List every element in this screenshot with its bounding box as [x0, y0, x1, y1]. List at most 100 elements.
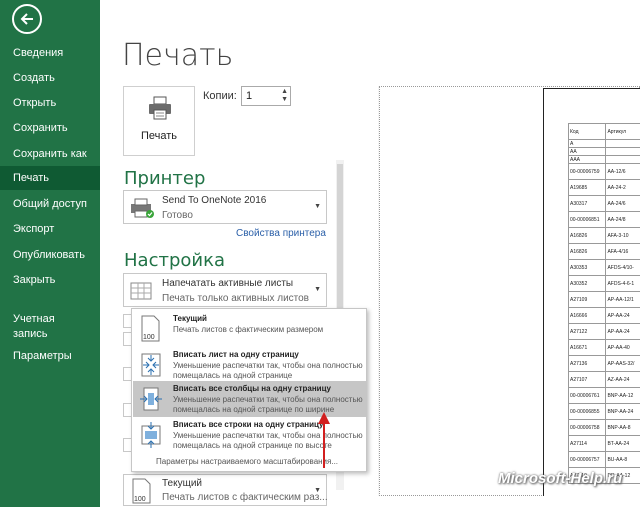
table-cell: A16826 — [567, 227, 607, 244]
table-cell: A30353 — [567, 259, 607, 276]
chevron-down-icon: ▼ — [314, 203, 321, 210]
table-row: 00-00006761 BNP-AA-12 — [567, 387, 640, 404]
table-row: 00-00006758 BNP-AA-8 — [567, 419, 640, 436]
option-desc: Уменьшение распечатки так, чтобы она пол… — [173, 431, 363, 450]
table-cell — [605, 155, 640, 164]
table-cell — [605, 139, 640, 148]
watermark: Microsoft-Help.ru — [498, 470, 623, 487]
settings-heading: Настройка — [124, 250, 225, 271]
table-cell — [605, 147, 640, 156]
table-cell: AP-AA-40 — [605, 339, 640, 356]
table-cell: A27109 — [567, 291, 607, 308]
table-cell: AP-AA-24 — [605, 307, 640, 324]
print-button[interactable]: Печать — [123, 86, 195, 156]
sidebar-item-publish[interactable]: Опубликовать — [0, 243, 100, 267]
printer-heading: Принтер — [124, 168, 206, 189]
option-title: Вписать все столбцы на одну страницу — [173, 384, 331, 393]
print-what-dropdown[interactable]: Напечатать активные листы Печать только … — [123, 273, 327, 307]
sheets-icon — [130, 282, 152, 300]
table-cell: A30317 — [567, 195, 607, 212]
header-cell: Артикул — [605, 123, 640, 140]
actual-size-icon: 100 — [141, 315, 160, 342]
scaling-title: Текущий — [162, 478, 202, 489]
table-cell: ААА — [567, 155, 607, 164]
scaling-dropdown[interactable]: 100 Текущий Печать листов с фактическим … — [123, 474, 328, 506]
table-cell: 00-00006855 — [567, 403, 607, 420]
sidebar-item-save[interactable]: Сохранить — [0, 116, 100, 140]
sidebar-item-export[interactable]: Экспорт — [0, 217, 100, 241]
option-desc: Уменьшение распечатки так, чтобы она пол… — [173, 395, 363, 414]
fit-rows-icon — [141, 422, 161, 448]
table-row: АА — [567, 147, 640, 156]
sidebar-item-close[interactable]: Закрыть — [0, 268, 100, 292]
table-row: 00-00006757 BU-AA-8 — [567, 451, 640, 468]
fit-columns-icon — [140, 387, 162, 411]
table-row: A27109 AP-AA-12/1 — [567, 291, 640, 308]
table-cell: BU-AA-8 — [605, 451, 640, 468]
table-cell: А — [567, 139, 607, 148]
back-arrow-icon — [20, 13, 33, 25]
table-row: A16826 AFA-3-10 — [567, 227, 640, 244]
sidebar-item-account[interactable]: Учетная запись — [0, 310, 70, 344]
table-cell: BNP-AA-8 — [605, 419, 640, 436]
scaling-desc: Печать листов с фактическим раз... — [162, 492, 328, 503]
table-cell: AA-12/6 — [605, 163, 640, 180]
option-title: Вписать лист на одну страницу — [173, 350, 299, 359]
table-row: A16826 AFA-4/16 — [567, 243, 640, 260]
sidebar-item-options[interactable]: Параметры — [0, 344, 100, 368]
copies-input[interactable]: 1 ▲ ▼ — [241, 86, 291, 106]
table-header-row: Код Артикул — [567, 123, 640, 140]
table-row: A16666 AP-AA-24 — [567, 307, 640, 324]
table-cell: A27107 — [567, 371, 607, 388]
hidden-setting-edge — [123, 438, 131, 452]
printer-dropdown[interactable]: Send To OneNote 2016 Готово ▼ — [123, 190, 327, 224]
table-cell: AA-24/8 — [605, 211, 640, 228]
svg-text:100: 100 — [143, 334, 155, 341]
table-row: 00-00006855 BNP-AA-24 — [567, 403, 640, 420]
sidebar-item-print[interactable]: Печать — [0, 166, 100, 190]
table-cell: 00-00006851 — [567, 211, 607, 228]
chevron-down-icon: ▼ — [314, 286, 321, 293]
scaling-option-current[interactable]: 100 Текущий Печать листов с фактическим … — [133, 311, 366, 347]
table-cell: A19685 — [567, 179, 607, 196]
table-cell: 00-00006759 — [567, 163, 607, 180]
header-cell: Код — [567, 123, 607, 140]
table-cell: 00-00006761 — [567, 387, 607, 404]
print-what-title: Напечатать активные листы — [162, 278, 294, 289]
scaling-option-fit-sheet[interactable]: Вписать лист на одну страницу Уменьшение… — [133, 347, 366, 383]
sidebar-item-save-as[interactable]: Сохранить как — [0, 142, 100, 166]
table-cell: A27122 — [567, 323, 607, 340]
option-title: Вписать все строки на одну страницу — [173, 420, 324, 429]
sidebar-item-share[interactable]: Общий доступ — [0, 192, 100, 216]
printer-properties-link[interactable]: Свойства принтера — [236, 228, 326, 239]
option-desc: Уменьшение распечатки так, чтобы она пол… — [173, 361, 363, 380]
page-title: Печать — [122, 38, 234, 73]
preview-page: Код Артикул А АА ААА 00-00006759 AA-12/6 A196… — [543, 88, 640, 496]
copies-value: 1 — [246, 90, 253, 102]
table-cell: A30352 — [567, 275, 607, 292]
table-cell: AFA-3-10 — [605, 227, 640, 244]
fit-sheet-icon — [141, 353, 161, 377]
table-row: ААА — [567, 155, 640, 164]
table-row: А — [567, 139, 640, 148]
table-cell: AFA-4/16 — [605, 243, 640, 260]
sidebar-item-open[interactable]: Открыть — [0, 91, 100, 115]
backstage-sidebar: Сведения Создать Открыть Сохранить Сохра… — [0, 0, 100, 507]
table-cell: AP-AAS-32/ — [605, 355, 640, 372]
spin-up-icon[interactable]: ▲ — [281, 88, 288, 95]
hidden-setting-edge — [123, 403, 131, 417]
table-cell: BT-AA-24 — [605, 435, 640, 452]
table-cell: АА — [567, 147, 607, 156]
spin-down-icon[interactable]: ▼ — [281, 96, 288, 103]
table-cell: 00-00006757 — [567, 451, 607, 468]
print-button-label: Печать — [140, 130, 178, 142]
red-arrow-annotation — [318, 412, 330, 468]
page-scale-icon: 100 — [132, 478, 151, 504]
table-row: A19685 AA-24-2 — [567, 179, 640, 196]
table-cell: A16671 — [567, 339, 607, 356]
sidebar-item-new[interactable]: Создать — [0, 66, 100, 90]
custom-scaling-link[interactable]: Параметры настраиваемого масштабирования… — [156, 457, 338, 466]
table-cell: A16666 — [567, 307, 607, 324]
sidebar-item-info[interactable]: Сведения — [0, 41, 100, 65]
back-button[interactable] — [12, 4, 42, 34]
